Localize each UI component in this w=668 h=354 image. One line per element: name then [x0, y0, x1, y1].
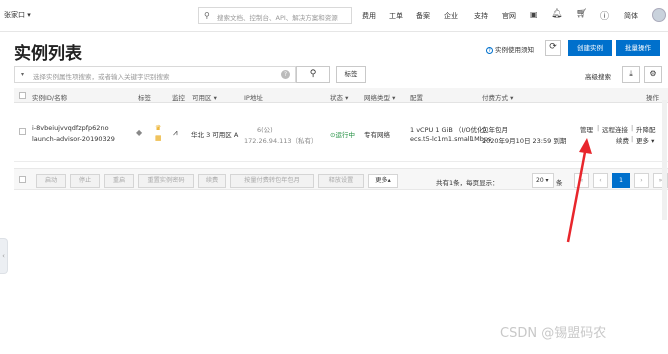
search-button[interactable]: ⚲: [296, 66, 330, 83]
header-status[interactable]: 状态 ▾: [330, 92, 348, 102]
trophy-icon[interactable]: ♛: [155, 124, 161, 132]
vertical-scrollbar[interactable]: [662, 100, 667, 220]
expiry-date: 2020年9月10日 23:59 到期: [482, 137, 567, 145]
region-selector[interactable]: 张家口 ▾: [4, 10, 31, 20]
nav-filing[interactable]: 备案: [416, 11, 430, 21]
convert-to-subscription-button[interactable]: 按量付费转包年包月: [230, 174, 314, 188]
renew-button[interactable]: 续费: [198, 174, 226, 188]
instance-guide-link[interactable]: ? 实例使用须知: [486, 44, 534, 54]
payment-type: 包年包月: [482, 126, 508, 134]
instance-type-link[interactable]: ecs.t5-lc1m1.small: [410, 135, 471, 143]
search-icon: ⚲: [309, 69, 317, 79]
grid-icon[interactable]: ▦: [155, 134, 162, 142]
reset-password-button[interactable]: 重置实例密码: [138, 174, 194, 188]
download-icon: ⤓: [629, 69, 633, 78]
caret-down-icon: ▾: [21, 71, 25, 78]
stop-button[interactable]: 停止: [70, 174, 100, 188]
header-monitor: 监控: [172, 94, 185, 102]
monitor-chart-icon[interactable]: ⩘: [173, 128, 178, 138]
release-settings-button[interactable]: 释放设置: [318, 174, 364, 188]
upgrade-downgrade-link[interactable]: 升降配: [636, 124, 656, 134]
nav-fees[interactable]: 费用: [362, 11, 376, 21]
row-checkbox[interactable]: [19, 128, 26, 135]
bell-icon[interactable]: 🔔︎: [551, 9, 562, 19]
batch-operation-button[interactable]: 批量操作: [616, 40, 660, 56]
instance-search-input[interactable]: ▾ 选择实例属性项搜索，或者输入关键字识别搜索 ?: [14, 66, 296, 83]
tag-filter-button[interactable]: 标签: [336, 66, 366, 83]
manage-link[interactable]: 管理: [580, 124, 593, 134]
header-id-name: 实例ID/名称: [32, 94, 68, 102]
language-switch[interactable]: 简体: [624, 11, 638, 21]
table-footer: 启动 停止 重启 重置实例密码 续费 按量付费转包年包月 释放设置 更多▴ 共有…: [14, 168, 668, 190]
chevron-left-icon: ‹: [2, 252, 5, 260]
global-search-input[interactable]: ⚲ 搜索文档、控制台、API、解决方案和资源: [198, 7, 352, 24]
zone-value: 华北 3 可用区 A: [191, 131, 239, 139]
more-actions-link[interactable]: 更多 ▾: [636, 135, 654, 145]
next-page-button[interactable]: ›: [634, 173, 649, 188]
private-ip: 172.26.94.113（私有）: [244, 137, 318, 145]
action-divider: |: [597, 124, 600, 132]
action-divider: |: [631, 135, 634, 143]
search-icon: ⚲: [204, 11, 210, 20]
annotation-arrow-shaft: [566, 151, 587, 243]
tag-icon[interactable]: ◆: [136, 128, 142, 137]
region-label: 张家口: [4, 11, 25, 19]
network-type-value: 专有网络: [364, 131, 390, 139]
help-circle-icon[interactable]: ?: [281, 70, 290, 79]
instance-search-placeholder: 选择实例属性项搜索，或者输入关键字识别搜索: [33, 73, 170, 81]
status-badge: ⊙运行中: [330, 131, 355, 139]
header-network-type[interactable]: 网络类型 ▾: [364, 92, 395, 102]
page-size-select[interactable]: 20 ▾: [532, 173, 554, 188]
prev-page-button[interactable]: ‹: [593, 173, 608, 188]
watermark: CSDN @锡盟码农: [500, 326, 607, 341]
global-search-placeholder: 搜索文档、控制台、API、解决方案和资源: [217, 14, 338, 22]
restart-button[interactable]: 重启: [104, 174, 134, 188]
nav-enterprise[interactable]: 企业: [444, 11, 458, 21]
top-navigation-bar: 张家口 ▾ ⚲ 搜索文档、控制台、API、解决方案和资源 费用 工单 备案 企业…: [0, 0, 668, 32]
refresh-button[interactable]: ⟳: [545, 40, 561, 56]
pagination-summary: 共有1条，每页显示：: [436, 179, 499, 187]
more-batch-button[interactable]: 更多▴: [368, 174, 398, 188]
page-size-unit: 条: [556, 179, 563, 187]
first-page-button[interactable]: «: [574, 173, 589, 188]
header-zone[interactable]: 可用区 ▾: [192, 92, 217, 102]
chevron-down-icon: ▾: [27, 11, 31, 19]
table-header: 实例ID/名称 标签 监控 可用区 ▾ IP地址 状态 ▾ 网络类型 ▾ 配置 …: [14, 88, 668, 103]
nav-tickets[interactable]: 工单: [389, 11, 403, 21]
page-title: 实例列表: [14, 44, 82, 64]
export-button[interactable]: ⤓: [622, 66, 640, 83]
guide-label: 实例使用须知: [495, 46, 534, 54]
nav-official-site[interactable]: 官网: [502, 11, 516, 21]
header-config: 配置: [410, 94, 423, 102]
instance-id-link[interactable]: i-8vbeiujvvqdfzpfp62no: [32, 124, 109, 132]
instance-name: launch-advisor-20190329: [32, 135, 115, 143]
cart-icon[interactable]: 🛒︎: [576, 9, 587, 19]
remote-connect-link[interactable]: 远程连接: [602, 124, 628, 134]
public-ip: 6(公): [257, 126, 273, 134]
header-actions: 操作: [646, 94, 659, 102]
header-ip: IP地址: [244, 94, 263, 102]
create-instance-button[interactable]: 创建实例: [568, 40, 612, 56]
table-row: i-8vbeiujvvqdfzpfp62no launch-advisor-20…: [14, 104, 668, 162]
help-icon[interactable]: ⓘ: [600, 9, 609, 22]
advanced-search-link[interactable]: 高级搜索: [585, 71, 611, 81]
header-tags: 标签: [138, 94, 151, 102]
header-payment[interactable]: 付费方式 ▾: [482, 92, 513, 102]
sidebar-collapse-handle[interactable]: ‹: [0, 238, 8, 274]
start-button[interactable]: 启动: [36, 174, 66, 188]
renew-link[interactable]: 续费: [616, 135, 629, 145]
terminal-icon[interactable]: ▣: [530, 10, 538, 19]
page-1-button[interactable]: 1: [612, 173, 630, 188]
action-divider: |: [631, 124, 634, 132]
config-spec: 1 vCPU 1 GiB （I/O优化）: [410, 126, 491, 134]
nav-support[interactable]: 支持: [474, 11, 488, 21]
settings-button[interactable]: ⚙: [644, 66, 662, 83]
footer-select-all-checkbox[interactable]: [19, 176, 26, 183]
refresh-icon: ⟳: [549, 42, 557, 52]
avatar[interactable]: [652, 8, 666, 22]
gear-icon: ⚙: [649, 69, 657, 78]
question-icon: ?: [486, 47, 493, 54]
select-all-checkbox[interactable]: [19, 92, 26, 99]
